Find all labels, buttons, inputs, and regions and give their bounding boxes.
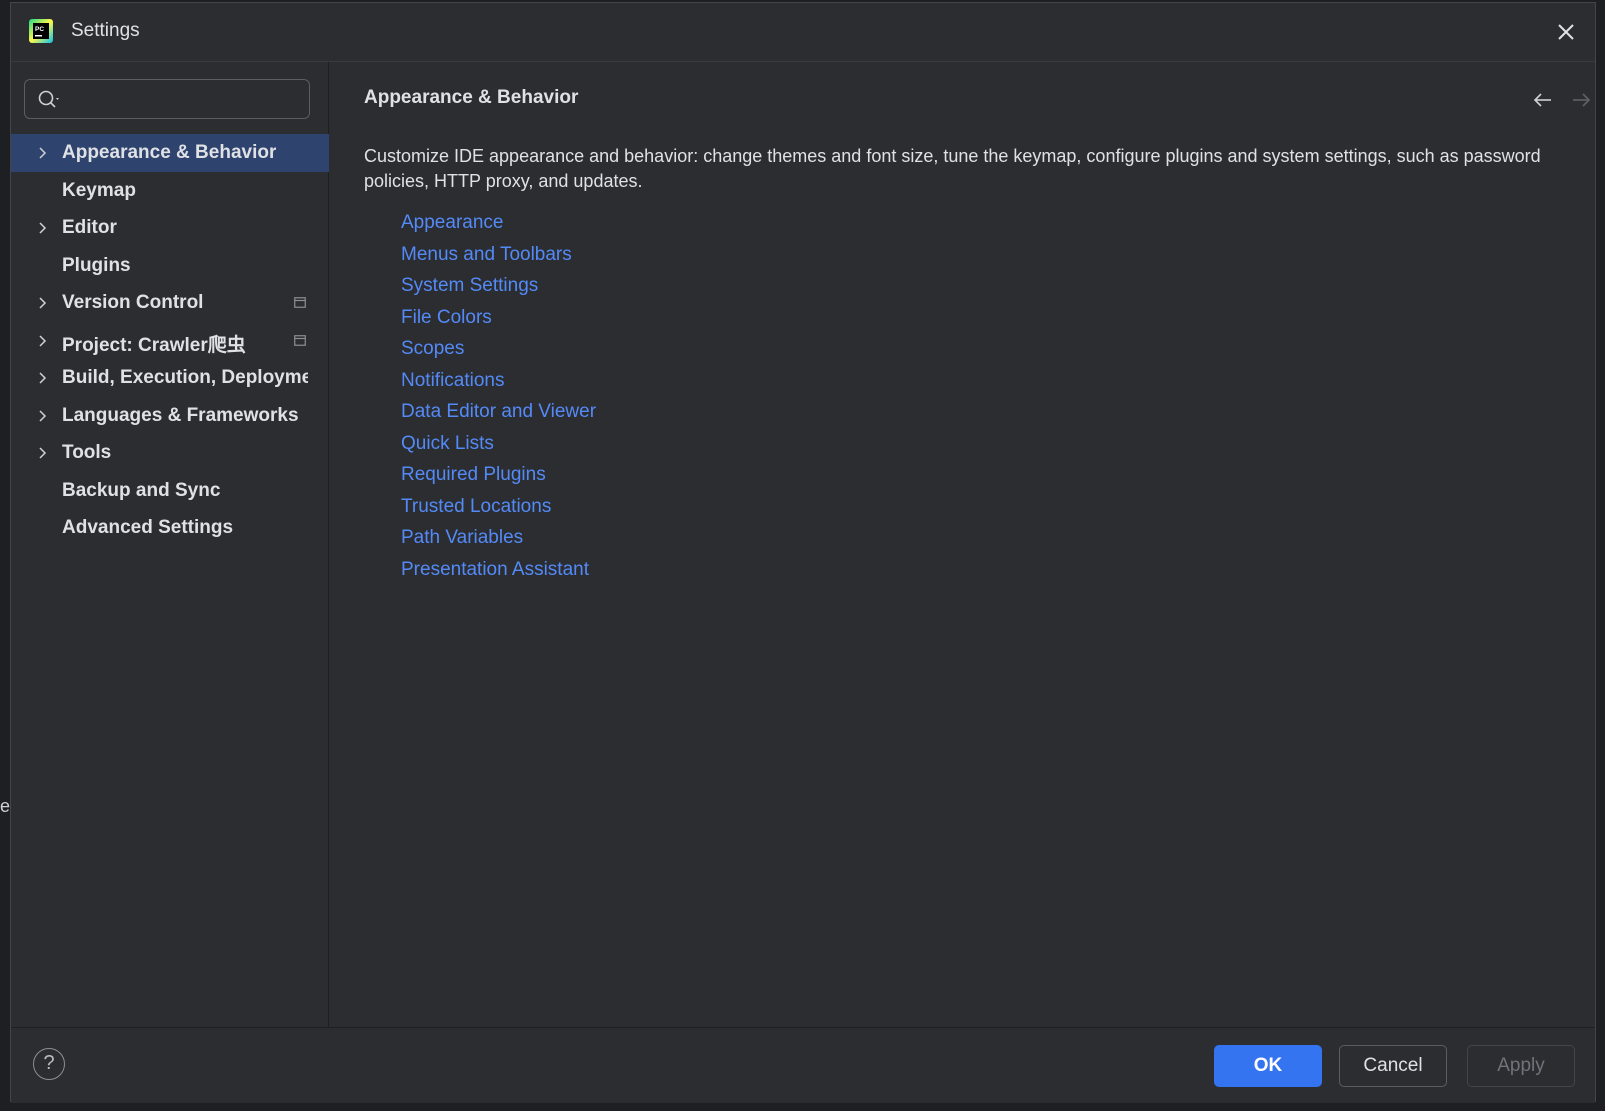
project-level-icon <box>294 334 306 346</box>
link-quick-lists[interactable]: Quick Lists <box>401 428 596 460</box>
sidebar-item-editor[interactable]: Editor <box>11 209 329 247</box>
sidebar-item-version-control[interactable]: Version Control <box>11 284 329 322</box>
link-data-editor-and-viewer[interactable]: Data Editor and Viewer <box>401 396 596 428</box>
svg-text:PC: PC <box>35 26 44 33</box>
sidebar-item-label: Backup and Sync <box>62 479 221 501</box>
sidebar-item-project[interactable]: Project: Crawler爬虫 <box>11 322 329 360</box>
sidebar-item-label: Plugins <box>62 254 131 276</box>
settings-dialog: PC Settings Appearance & Behavior Keymap E… <box>10 2 1596 1103</box>
search-icon[interactable] <box>37 89 63 111</box>
sidebar-item-label: Version Control <box>62 292 204 313</box>
page-description: Customize IDE appearance and behavior: c… <box>364 146 1541 191</box>
sidebar-item-plugins[interactable]: Plugins <box>11 247 329 285</box>
settings-tree: Appearance & Behavior Keymap Editor Plugins… <box>11 134 329 547</box>
chevron-right-icon[interactable] <box>37 146 49 160</box>
subpage-links: Appearance Menus and Toolbars System Set… <box>401 207 596 585</box>
title-bar: PC Settings <box>11 3 1595 62</box>
link-required-plugins[interactable]: Required Plugins <box>401 459 596 491</box>
link-scopes[interactable]: Scopes <box>401 333 596 365</box>
project-level-icon <box>294 297 306 308</box>
chevron-right-icon[interactable] <box>37 409 49 423</box>
sidebar-item-languages-frameworks[interactable]: Languages & Frameworks <box>11 397 329 435</box>
sidebar-item-tools[interactable]: Tools <box>11 434 329 472</box>
sidebar-item-build-execution-deployment[interactable]: Build, Execution, Deployment <box>11 359 329 397</box>
link-path-variables[interactable]: Path Variables <box>401 522 596 554</box>
search-input[interactable] <box>67 84 301 116</box>
page-title: Appearance & Behavior <box>364 87 579 108</box>
chevron-right-icon[interactable] <box>37 446 49 460</box>
sidebar-item-backup-and-sync[interactable]: Backup and Sync <box>11 472 329 510</box>
sidebar-item-label: Appearance & Behavior <box>62 142 277 163</box>
background-window-text: e <box>0 796 11 816</box>
settings-sidebar: Appearance & Behavior Keymap Editor Plugins… <box>11 62 329 1028</box>
chevron-right-icon[interactable] <box>37 371 49 385</box>
link-trusted-locations[interactable]: Trusted Locations <box>401 491 596 523</box>
ok-button[interactable]: OK <box>1214 1045 1322 1087</box>
search-box[interactable] <box>24 79 310 119</box>
sidebar-item-label: Keymap <box>62 179 136 201</box>
sidebar-item-label: Languages & Frameworks <box>62 404 299 426</box>
sidebar-item-label: Tools <box>62 442 112 463</box>
sidebar-item-appearance-behavior[interactable]: Appearance & Behavior <box>11 134 329 172</box>
close-icon[interactable] <box>1553 19 1579 45</box>
forward-arrow-icon[interactable] <box>1569 88 1593 112</box>
link-presentation-assistant[interactable]: Presentation Assistant <box>401 554 596 586</box>
dialog-footer: ? OK Cancel Apply <box>11 1027 1595 1103</box>
sidebar-item-keymap[interactable]: Keymap <box>11 172 329 210</box>
chevron-right-icon[interactable] <box>37 334 49 348</box>
cancel-button[interactable]: Cancel <box>1339 1045 1447 1087</box>
sidebar-item-label: Project: Crawler爬虫 <box>62 334 246 356</box>
sidebar-item-advanced-settings[interactable]: Advanced Settings <box>11 509 329 547</box>
sidebar-item-label: Editor <box>62 217 117 238</box>
sidebar-item-label: Advanced Settings <box>62 517 234 538</box>
link-notifications[interactable]: Notifications <box>401 365 596 397</box>
sidebar-item-label: Build, Execution, Deployment <box>62 367 308 388</box>
link-menus-and-toolbars[interactable]: Menus and Toolbars <box>401 239 596 271</box>
apply-button[interactable]: Apply <box>1467 1045 1575 1087</box>
pycharm-logo-icon: PC <box>29 19 53 43</box>
help-button[interactable]: ? <box>33 1048 65 1080</box>
chevron-right-icon[interactable] <box>37 296 49 310</box>
window-title: Settings <box>71 20 140 41</box>
link-appearance[interactable]: Appearance <box>401 207 596 239</box>
link-file-colors[interactable]: File Colors <box>401 302 596 334</box>
chevron-right-icon[interactable] <box>37 221 49 235</box>
content-pane: Appearance & Behavior Customize IDE appe… <box>330 62 1595 1028</box>
back-arrow-icon[interactable] <box>1531 88 1555 112</box>
link-system-settings[interactable]: System Settings <box>401 270 596 302</box>
